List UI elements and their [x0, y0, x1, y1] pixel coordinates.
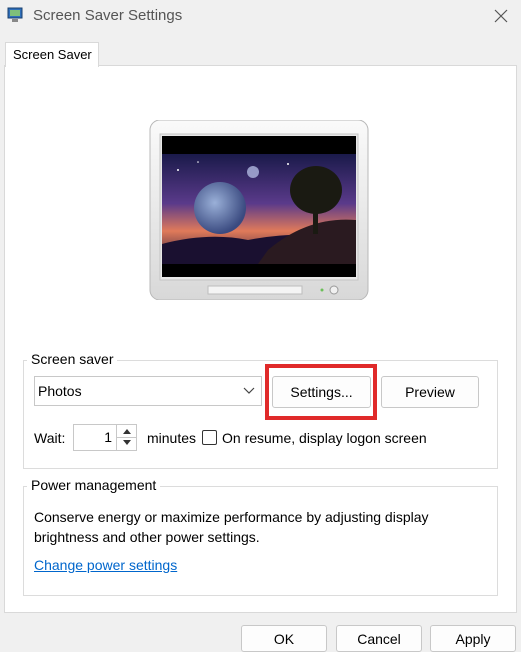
screen-saver-legend: Screen saver	[27, 351, 118, 367]
preview-button[interactable]: Preview	[381, 376, 479, 408]
spin-down-button[interactable]	[117, 437, 136, 449]
triangle-down-icon	[122, 440, 131, 445]
cancel-button[interactable]: Cancel	[336, 625, 422, 652]
change-power-settings-link[interactable]: Change power settings	[34, 557, 177, 573]
screen-saver-app-icon	[7, 7, 23, 23]
power-management-legend: Power management	[27, 477, 161, 493]
screen-saver-select[interactable]: Photos	[34, 376, 262, 406]
wait-minutes-input[interactable]: 1	[73, 424, 117, 451]
window-title: Screen Saver Settings	[33, 7, 183, 24]
settings-highlight-box	[265, 364, 377, 420]
title-bar: Screen Saver Settings	[0, 0, 521, 32]
resume-logon-checkbox[interactable]	[202, 430, 217, 445]
triangle-up-icon	[122, 429, 131, 434]
minutes-label: minutes	[147, 430, 197, 446]
monitor-preview	[148, 119, 370, 301]
close-icon	[494, 9, 508, 23]
wait-label: Wait:	[34, 430, 66, 446]
ok-button[interactable]: OK	[241, 625, 327, 652]
select-value: Photos	[38, 383, 82, 399]
close-button[interactable]	[486, 3, 516, 29]
wait-minutes-spinner	[116, 424, 137, 451]
apply-button[interactable]: Apply	[430, 625, 516, 652]
tab-label: Screen Saver	[13, 47, 92, 62]
chevron-down-icon	[243, 387, 255, 394]
tab-screen-saver[interactable]: Screen Saver	[5, 42, 99, 67]
resume-logon-label[interactable]: On resume, display logon screen	[222, 430, 427, 446]
power-description: Conserve energy or maximize performance …	[34, 509, 429, 545]
